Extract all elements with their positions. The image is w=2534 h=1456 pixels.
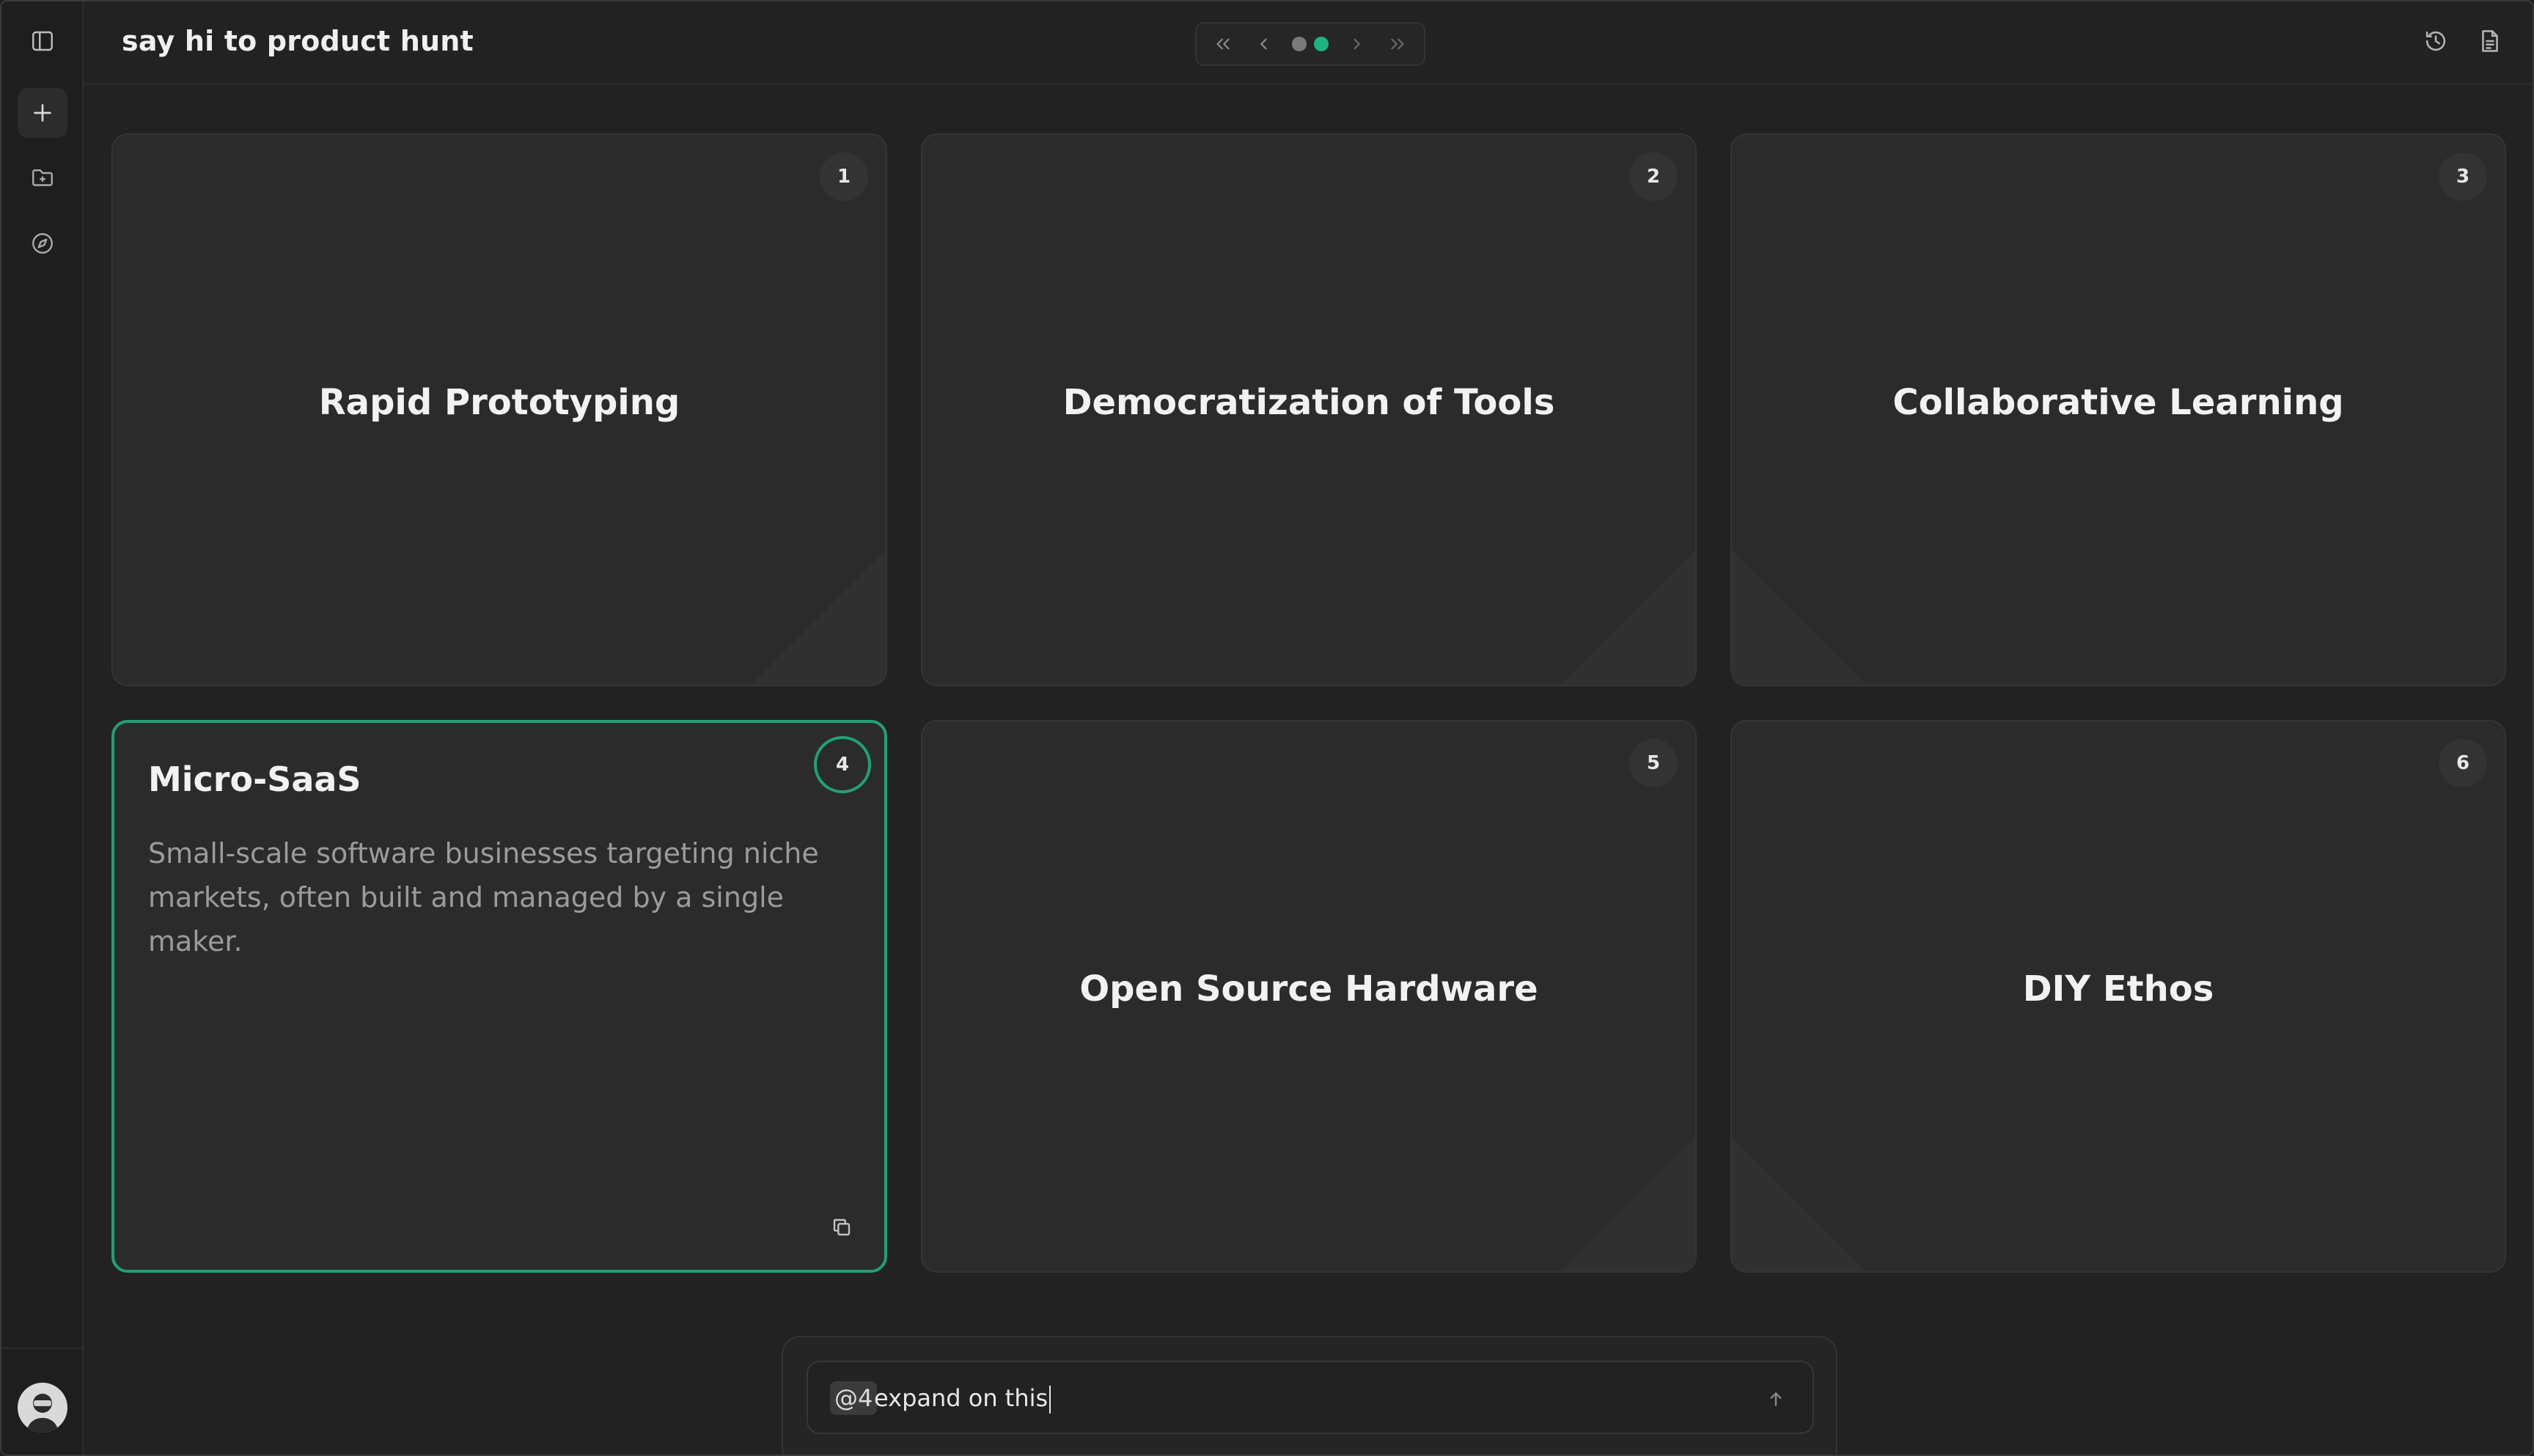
page-title: say hi to product hunt (122, 25, 474, 57)
document-button[interactable] (2469, 21, 2511, 62)
card-title: Open Source Hardware (1079, 968, 1538, 1010)
toggle-sidebar-button[interactable] (18, 16, 67, 66)
explore-button[interactable] (18, 218, 67, 268)
user-avatar-icon (18, 1383, 67, 1433)
idea-card-1[interactable]: 1 Rapid Prototyping (111, 133, 887, 686)
copy-icon (833, 1218, 851, 1236)
document-icon (2482, 30, 2498, 52)
card-title: DIY Ethos (2022, 968, 2214, 1010)
rail-divider (1, 1347, 84, 1349)
last-page-button[interactable] (1384, 31, 1411, 57)
previous-page-button[interactable] (1251, 31, 1277, 57)
sidebar-icon (32, 31, 53, 51)
idea-card-5[interactable]: 5 Open Source Hardware (921, 720, 1697, 1273)
card-title: Collaborative Learning (1892, 382, 2344, 423)
folder-add-icon (32, 169, 53, 186)
page-navigator (1195, 22, 1425, 66)
new-button[interactable] (18, 88, 67, 138)
header-actions (2415, 21, 2511, 62)
card-title: Micro-SaaS (148, 760, 361, 799)
idea-card-3[interactable]: 3 Collaborative Learning (1730, 133, 2506, 686)
history-icon (2425, 31, 2446, 51)
avatar[interactable] (18, 1383, 67, 1433)
compass-icon (32, 233, 53, 254)
arrow-up-icon (1770, 1392, 1782, 1406)
page-dot-1[interactable] (1292, 37, 1307, 51)
chevron-right-icon (1354, 38, 1360, 50)
card-title: Democratization of Tools (1062, 382, 1555, 423)
chevrons-left-icon (1216, 38, 1230, 50)
card-description: Small-scale software businesses targetin… (148, 837, 819, 957)
send-button[interactable] (1757, 1380, 1795, 1418)
history-button[interactable] (2415, 21, 2456, 62)
next-page-button[interactable] (1343, 31, 1370, 57)
page-dots (1292, 37, 1329, 51)
prompt-text: expand on this (874, 1381, 1051, 1415)
mention-chip[interactable]: @4 (830, 1381, 878, 1415)
header-bar: say hi to product hunt (84, 1, 2533, 85)
idea-card-6[interactable]: 6 DIY Ethos (1730, 720, 2506, 1273)
idea-card-4-selected[interactable]: 4 Micro-SaaS Small-scale software busine… (111, 720, 887, 1273)
folders-button[interactable] (18, 152, 67, 202)
first-page-button[interactable] (1210, 31, 1236, 57)
text-caret (1049, 1386, 1051, 1413)
plus-icon (34, 104, 51, 122)
prompt-input[interactable]: @4 expand on this (807, 1361, 1814, 1434)
chevron-left-icon (1260, 38, 1267, 50)
app-window: say hi to product hunt 1 Rapid Prototypi… (0, 0, 2534, 1456)
idea-card-2[interactable]: 2 Democratization of Tools (921, 133, 1697, 686)
prompt-composer: @4 expand on this (782, 1336, 1837, 1455)
card-number-badge: 4 (814, 736, 871, 793)
card-title: Rapid Prototyping (318, 382, 680, 423)
chevrons-right-icon (1391, 38, 1404, 50)
left-rail (1, 1, 84, 1455)
copy-button[interactable] (824, 1210, 859, 1245)
page-dot-2[interactable] (1314, 37, 1329, 51)
prompt-text-value: expand on this (874, 1384, 1049, 1412)
